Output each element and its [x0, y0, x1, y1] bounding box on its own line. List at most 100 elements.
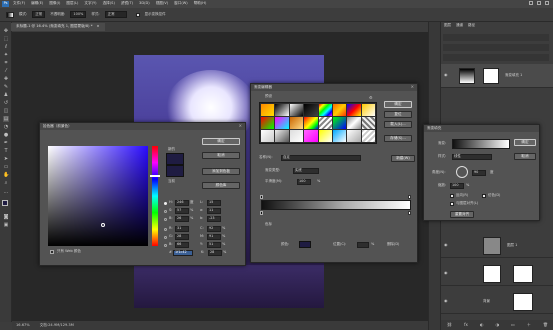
menu-window[interactable]: 窗口(W) [174, 2, 188, 6]
zoom-level[interactable]: 16.67% [16, 323, 30, 328]
color-field[interactable] [48, 146, 148, 246]
type-tool-icon[interactable]: T [3, 148, 9, 154]
radio-button[interactable] [164, 243, 167, 247]
preset-swatch[interactable] [304, 104, 318, 116]
lab-b-field[interactable]: -23 [207, 216, 221, 222]
mask-icon[interactable]: ◐ [480, 323, 484, 327]
color-libraries-button[interactable]: 颜色库 [202, 182, 240, 189]
web-colors-checkbox[interactable] [50, 250, 54, 254]
opacity-stop-right[interactable] [408, 195, 411, 199]
preset-swatch[interactable] [289, 104, 304, 116]
gradient-preview[interactable] [452, 139, 510, 149]
add-to-swatches-button[interactable]: 添加到色板 [202, 168, 240, 175]
close-icon[interactable] [545, 1, 549, 5]
style-select[interactable]: 正常 [104, 11, 127, 18]
current-color-swatch[interactable] [166, 165, 184, 177]
cancel-button[interactable]: 取消 [202, 152, 240, 159]
menu-layer[interactable]: 图层(L) [66, 2, 78, 6]
shape-tool-icon[interactable]: ▭ [3, 164, 9, 170]
gradient-tool-icon[interactable] [6, 11, 14, 18]
style-select[interactable]: 线性 [452, 154, 492, 160]
zoom-tool-icon[interactable]: ⌕ [3, 180, 9, 186]
preset-swatch[interactable] [275, 117, 289, 129]
screen-mode-icon[interactable]: ▣ [3, 222, 9, 228]
eyedropper-tool-icon[interactable]: ⁄ [3, 68, 9, 74]
layer-row[interactable]: ◉ 背景 [441, 290, 553, 314]
trash-icon[interactable]: 🗑 [543, 323, 548, 327]
menu-image[interactable]: 图像(I) [49, 2, 60, 6]
blur-tool-icon[interactable]: ◔ [3, 124, 9, 130]
menu-type[interactable]: 文字(Y) [84, 2, 96, 6]
preset-swatch[interactable] [318, 130, 332, 142]
hue-slider-handle[interactable] [150, 175, 160, 177]
lasso-tool-icon[interactable]: ℓ [3, 44, 9, 50]
hue-slider[interactable] [152, 146, 158, 246]
healing-brush-icon[interactable]: ✚ [3, 76, 9, 82]
preset-swatch[interactable] [304, 117, 318, 129]
preset-swatch[interactable] [347, 130, 361, 142]
preset-swatch[interactable] [261, 104, 275, 116]
tab-layers[interactable]: 图层 [444, 23, 451, 28]
color-stop-left[interactable] [260, 211, 263, 215]
folder-icon[interactable]: ▭ [511, 323, 515, 327]
radio-button[interactable] [164, 201, 167, 205]
layer-row[interactable]: ◉ 图层 1 [441, 234, 553, 258]
visibility-eye-icon[interactable]: ◉ [444, 243, 448, 247]
new-gradient-button[interactable]: 新建(W) [391, 155, 415, 162]
stamp-tool-icon[interactable]: ♟ [3, 92, 9, 98]
menu-file[interactable]: 文件(F) [13, 2, 25, 6]
close-icon[interactable]: × [411, 85, 414, 89]
maximize-icon[interactable] [537, 1, 541, 5]
h-field[interactable]: 246 [175, 200, 189, 206]
ok-button[interactable]: 确定 [202, 138, 240, 145]
smoothness-field[interactable]: 100 [297, 179, 311, 185]
color-field-marker[interactable] [101, 223, 105, 227]
preset-swatch[interactable] [261, 117, 275, 129]
g-field[interactable]: 28 [175, 234, 189, 240]
preset-swatch[interactable] [318, 117, 332, 129]
minimize-icon[interactable] [529, 1, 533, 5]
preset-swatch[interactable] [332, 130, 347, 142]
angle-field[interactable]: 90 [472, 170, 486, 176]
pen-tool-icon[interactable]: ✒ [3, 140, 9, 146]
menu-view[interactable]: 视图(V) [156, 2, 168, 6]
menu-edit[interactable]: 编辑(E) [31, 2, 43, 6]
radio-button[interactable] [164, 217, 167, 221]
crop-tool-icon[interactable]: ⌗ [3, 60, 9, 66]
delete-stop-label[interactable]: 删除(D) [387, 242, 399, 247]
move-tool-icon[interactable]: ✥ [3, 28, 9, 34]
preset-swatch[interactable] [361, 104, 375, 116]
preset-swatch[interactable] [289, 117, 304, 129]
preset-swatch[interactable] [261, 130, 275, 142]
preset-swatch[interactable] [361, 130, 375, 142]
align-checkbox[interactable] [450, 202, 454, 206]
opacity-stop-left[interactable] [260, 195, 263, 199]
reset-button[interactable]: 复位 [384, 111, 412, 118]
location-field[interactable] [357, 242, 369, 248]
m-field[interactable]: 91 [207, 234, 221, 240]
menu-filter[interactable]: 滤镜(T) [121, 2, 133, 6]
link-icon[interactable]: ⛓ [447, 323, 452, 327]
menu-select[interactable]: 选择(S) [103, 2, 115, 6]
r-field[interactable]: 31 [175, 226, 189, 232]
visibility-eye-icon[interactable]: ◉ [444, 73, 448, 77]
color-stop-right[interactable] [408, 211, 411, 215]
layer-filter-bar[interactable] [443, 34, 549, 41]
y-field[interactable]: 51 [207, 242, 221, 248]
c-field[interactable]: 92 [207, 226, 221, 232]
preset-swatch[interactable] [347, 117, 361, 129]
document-close-icon[interactable]: × [97, 25, 100, 29]
dither-checkbox[interactable] [482, 194, 486, 198]
magic-wand-icon[interactable]: ✦ [3, 52, 9, 58]
visibility-eye-icon[interactable]: ◉ [444, 299, 448, 303]
blend-mode-bar[interactable] [443, 44, 549, 51]
preset-swatch[interactable] [347, 104, 361, 116]
preset-swatch[interactable] [275, 130, 289, 142]
adjustment-icon[interactable]: ◑ [495, 323, 499, 327]
preset-swatch[interactable] [332, 104, 347, 116]
b-field[interactable]: 26 [175, 216, 189, 222]
close-icon[interactable]: × [239, 124, 242, 128]
fx-icon[interactable]: fx [464, 323, 468, 327]
history-brush-icon[interactable]: ↺ [3, 100, 9, 106]
reverse-checkbox[interactable] [450, 194, 454, 198]
